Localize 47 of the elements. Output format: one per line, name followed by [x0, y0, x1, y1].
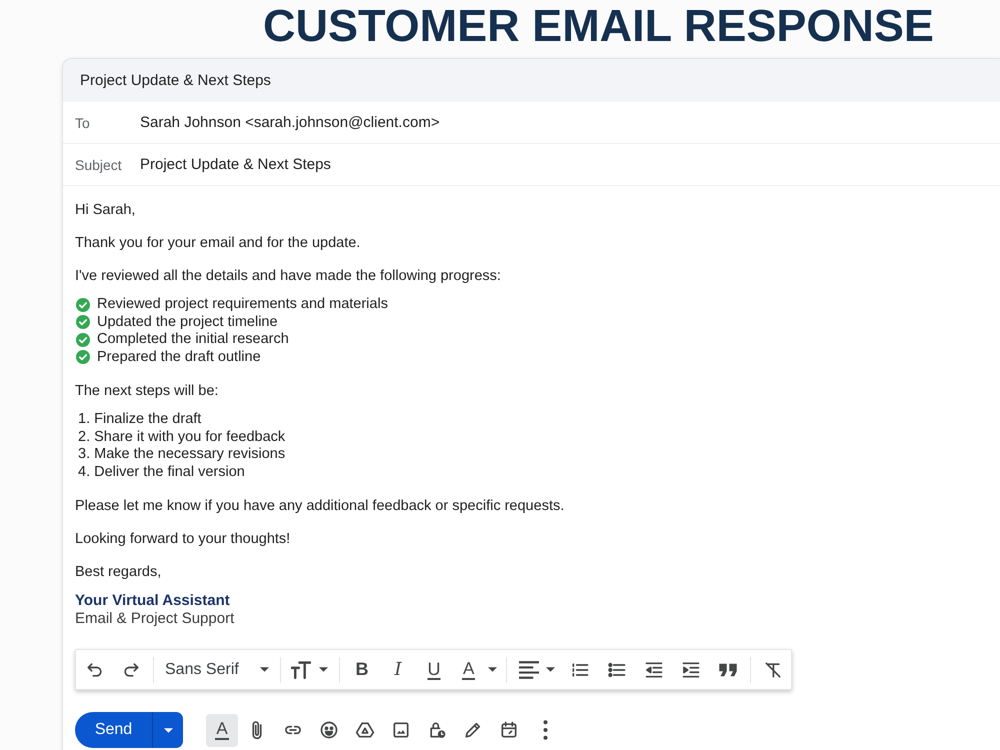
- underline-button[interactable]: U: [416, 654, 452, 686]
- checklist-text: Reviewed project requirements and materials: [97, 296, 388, 314]
- checklist-text: Completed the initial research: [97, 331, 289, 348]
- numbered-item: 1. Finalize the draft: [77, 411, 202, 428]
- triangle-icon[interactable]: [355, 720, 375, 740]
- numbered-item: 4. Deliver the final version: [77, 464, 245, 481]
- align-left-icon: [519, 660, 539, 680]
- body-text: Hi Sarah,: [75, 201, 136, 220]
- indent-more-icon[interactable]: [680, 660, 700, 680]
- text-formatting-button[interactable]: A: [206, 714, 238, 746]
- numbered-item: 3. Make the necessary revisions: [77, 446, 286, 464]
- checklist-text: Updated the project timeline: [97, 314, 278, 331]
- field-label: Subject: [75, 156, 123, 172]
- numbered-item: 2. Share it with you for feedback: [77, 428, 286, 446]
- bold-button[interactable]: B: [344, 654, 380, 686]
- send-button[interactable]: Send: [75, 712, 152, 748]
- signature-name: Your Virtual Assistant: [75, 592, 230, 610]
- text-size-icon: [291, 660, 311, 680]
- indent-less-icon[interactable]: [644, 660, 664, 680]
- font-dropdown[interactable]: Sans Serif: [158, 654, 276, 686]
- page-title: CUSTOMER EMAIL RESPONSE: [262, 0, 934, 53]
- caret-icon: [319, 667, 328, 672]
- to-field[interactable]: Sarah Johnson <sarah.johnson@client.com>: [140, 114, 440, 131]
- caret-icon: [546, 667, 555, 672]
- more-options-icon[interactable]: [542, 720, 548, 740]
- body-text: Looking forward to your thoughts!: [75, 530, 290, 549]
- text-color-dropdown[interactable]: A: [452, 654, 502, 686]
- italic-button[interactable]: I: [380, 654, 416, 686]
- caret-icon: [164, 728, 172, 732]
- field-label: To: [75, 114, 91, 130]
- caret-icon: [488, 667, 497, 672]
- checklist-text: Prepared the draft outline: [97, 348, 261, 366]
- send-options-button[interactable]: [152, 712, 183, 748]
- body-text: The next steps will be:: [75, 382, 218, 401]
- caret-icon: [260, 667, 269, 672]
- body-text: Please let me know if you have any additional feedback or specific requests.: [75, 497, 564, 516]
- clear-formatting-icon[interactable]: [763, 660, 783, 680]
- emoji-icon[interactable]: [319, 720, 339, 740]
- pen-icon[interactable]: [463, 720, 483, 740]
- body-text: Best regards,: [75, 563, 162, 582]
- subject-field[interactable]: Project Update & Next Steps: [140, 156, 331, 173]
- body-text: Thank you for your email and for the update.: [75, 234, 360, 253]
- image-icon[interactable]: [391, 720, 411, 740]
- body-text: I've reviewed all the details and have made the following progress:: [75, 267, 501, 286]
- compose-title: Project Update & Next Steps: [80, 72, 271, 89]
- calendar-icon[interactable]: [499, 720, 519, 740]
- signature-role: Email & Project Support: [75, 610, 234, 628]
